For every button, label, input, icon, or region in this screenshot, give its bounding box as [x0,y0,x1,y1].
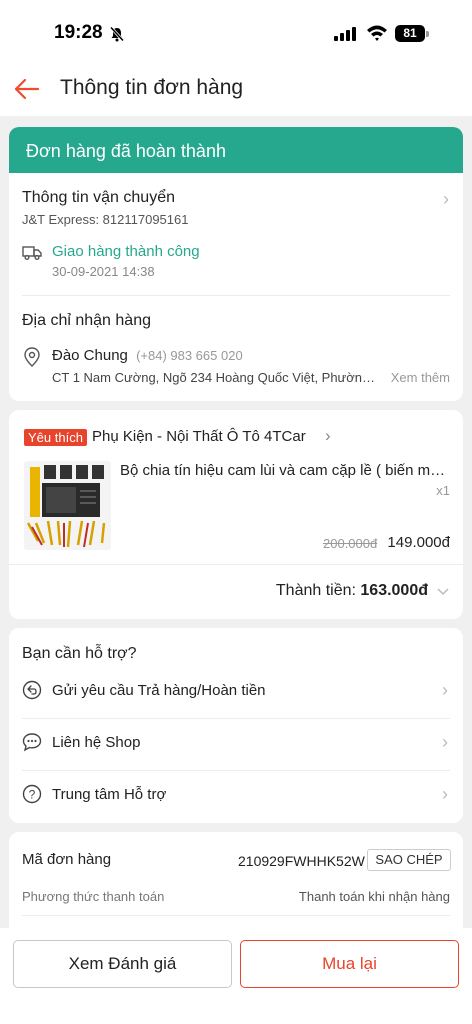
chevron-right-icon: › [325,426,331,445]
chevron-right-icon: › [442,784,448,804]
original-price: 200.000đ [323,536,378,551]
support-item-label: Trung tâm Hỗ trợ [52,786,167,803]
order-total[interactable]: Thành tiền: 163.000đ [276,582,428,600]
recipient-name-text: Đào Chung [52,347,128,364]
battery-cap [426,31,429,37]
payment-method-label: Phương thức thanh toán [22,889,165,904]
chevron-down-icon[interactable] [436,585,450,599]
status-time: 19:28 [54,22,103,43]
address-title: Địa chỉ nhận hàng [22,312,151,329]
svg-text:?: ? [29,788,36,802]
recipient-phone: (+84) 983 665 020 [136,348,243,363]
divider [22,915,450,916]
see-more-link[interactable]: Xem thêm [391,370,450,385]
view-review-button[interactable]: Xem Đánh giá [13,940,232,988]
support-item-label: Liên hệ Shop [52,734,141,751]
order-id-label: Mã đơn hàng [22,851,112,868]
product-quantity: x1 [436,483,450,498]
shop-name[interactable]: Phụ Kiện - Nội Thất Ô Tô 4TCar [92,428,306,445]
battery-indicator: 81 [395,25,425,42]
back-arrow-icon[interactable] [14,77,40,101]
location-pin-icon [24,347,40,367]
shipping-time: 30-09-2021 14:38 [52,264,155,279]
truck-icon [22,246,42,260]
total-label: Thành tiền: [275,582,361,599]
chevron-right-icon: › [442,732,448,752]
order-status-banner: Đơn hàng đã hoàn thành [9,127,463,173]
sale-price: 149.000đ [387,534,450,551]
address-line: CT 1 Nam Cường, Ngõ 234 Hoàng Quốc Việt,… [52,370,377,385]
favorite-badge: Yêu thích [24,429,87,446]
status-bar: 19:28 81 [0,0,472,64]
payment-method-value: Thanh toán khi nhận hàng [298,889,450,904]
shipping-title: Thông tin vận chuyển [22,189,175,206]
copy-button[interactable]: SAO CHÉP [367,849,451,871]
support-title: Bạn cần hỗ trợ? [22,645,137,662]
help-icon: ? [22,784,42,804]
page-title: Thông tin đơn hàng [60,76,244,99]
support-card: Bạn cần hỗ trợ? Gửi yêu cầu Trả hàng/Hoà… [9,628,463,823]
order-id-value: 210929FWHHK52W [238,853,365,869]
bottom-action-bar: Xem Đánh giá Mua lại [0,928,472,1024]
divider [22,295,450,296]
shipping-status: Giao hàng thành công [52,243,200,260]
total-value: 163.000đ [360,582,428,599]
bell-off-icon [109,26,125,42]
recipient-name: Đào Chung (+84) 983 665 020 [52,347,243,364]
return-icon [22,680,42,700]
divider [9,564,463,565]
contact-shop[interactable]: Liên hệ Shop › [9,718,463,770]
wifi-icon [367,25,387,41]
product-card: Yêu thích Phụ Kiện - Nội Thất Ô Tô 4TCar… [9,410,463,619]
order-status-card: Đơn hàng đã hoàn thành Thông tin vận chu… [9,127,463,401]
chevron-right-icon: › [442,680,448,700]
return-refund-request[interactable]: Gửi yêu cầu Trả hàng/Hoàn tiền › [9,666,463,718]
signal-icon [334,27,356,41]
buy-again-button[interactable]: Mua lại [240,940,459,988]
product-name[interactable]: Bộ chia tín hiệu cam lùi và cam cặp lề (… [120,462,452,479]
help-center[interactable]: ? Trung tâm Hỗ trợ › [9,770,463,822]
page-header: Thông tin đơn hàng [0,64,472,116]
support-item-label: Gửi yêu cầu Trả hàng/Hoàn tiền [52,682,266,699]
chevron-right-icon: › [443,189,449,209]
chat-icon [22,733,42,752]
product-image[interactable] [24,461,111,550]
tracking-code: J&T Express: 812117095161 [22,212,189,227]
